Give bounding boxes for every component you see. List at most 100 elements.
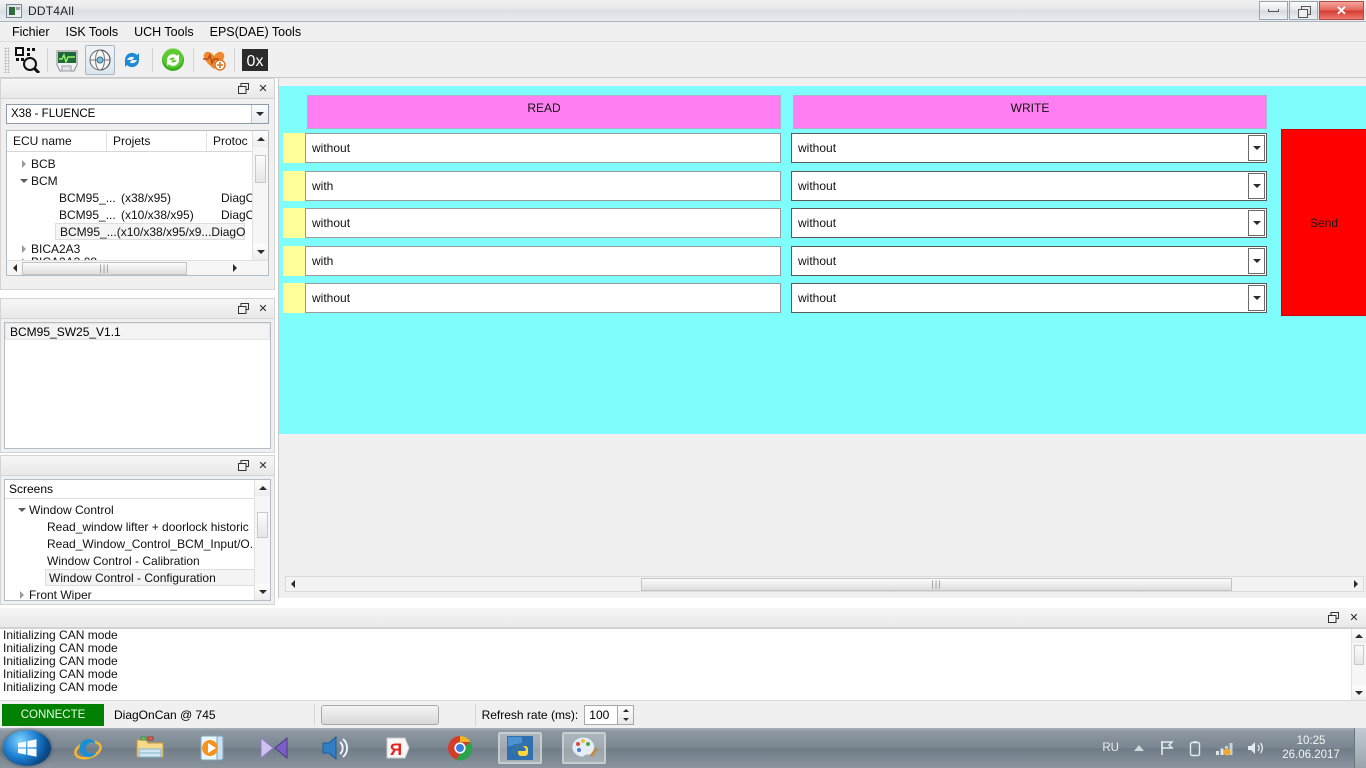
ecu-tree-row-selected[interactable]: BCM95_... (x10/x38/x95/x9... DiagO: [55, 223, 245, 240]
toolbar-grip[interactable]: [4, 46, 10, 73]
chevron-down-icon[interactable]: [251, 105, 268, 123]
vscroll-thumb[interactable]: [1354, 645, 1364, 665]
chevron-right-icon[interactable]: [17, 159, 31, 168]
version-panel-float-icon[interactable]: [236, 302, 250, 316]
scroll-up-icon[interactable]: [253, 131, 268, 147]
chevron-right-icon[interactable]: [17, 244, 31, 253]
log-panel-close-icon[interactable]: ✕: [1347, 611, 1361, 625]
scroll-up-icon[interactable]: [255, 480, 270, 496]
read-field-5[interactable]: without: [305, 283, 781, 313]
action-center-flag-icon[interactable]: [1159, 740, 1175, 756]
ecu-tree-row[interactable]: BCM95_... (x38/x95) DiagO: [7, 189, 268, 206]
ecu-tree-hscrollbar[interactable]: |||: [7, 260, 268, 275]
ecu-tree-row[interactable]: BICA2A3: [7, 240, 268, 257]
paint-app-icon[interactable]: [562, 732, 606, 764]
ecu-monitor-save-icon[interactable]: [53, 45, 83, 75]
menu-item-uch-tools[interactable]: UCH Tools: [126, 23, 202, 41]
vscroll-thumb[interactable]: [257, 512, 268, 538]
hex-0x-icon[interactable]: 0x: [240, 45, 270, 75]
write-select-5[interactable]: without: [791, 283, 1267, 313]
python-app-icon[interactable]: [498, 732, 542, 764]
read-field-2[interactable]: with: [305, 171, 781, 201]
main-hscrollbar[interactable]: |||: [285, 576, 1364, 592]
scroll-right-icon[interactable]: [1348, 577, 1363, 592]
refresh-blue-icon[interactable]: [117, 45, 147, 75]
scan-qr-icon[interactable]: [12, 45, 42, 75]
chevron-down-icon[interactable]: [1248, 285, 1265, 311]
restore-button[interactable]: [1289, 1, 1318, 20]
media-player-icon[interactable]: [190, 732, 234, 764]
ecu-panel-close-icon[interactable]: ✕: [256, 82, 270, 96]
show-hidden-icons[interactable]: [1133, 743, 1145, 753]
hscroll-thumb[interactable]: |||: [22, 261, 187, 275]
scroll-left-icon[interactable]: [7, 261, 22, 276]
screens-tree-row[interactable]: Read_Window_Control_BCM_Input/O...: [5, 535, 270, 552]
screens-tree-row[interactable]: Window Control: [5, 501, 270, 518]
heart-diagnostic-icon[interactable]: [199, 45, 229, 75]
write-select-4[interactable]: without: [791, 246, 1267, 276]
network-signal-icon[interactable]: [1215, 741, 1233, 756]
chevron-down-icon[interactable]: [1248, 173, 1265, 199]
read-field-3[interactable]: without: [305, 208, 781, 238]
refresh-rate-stepper[interactable]: [618, 704, 635, 725]
list-item[interactable]: BCM95_SW25_V1.1: [5, 323, 270, 340]
screens-panel-float-icon[interactable]: [236, 459, 250, 473]
scroll-right-icon[interactable]: [227, 261, 242, 276]
menu-item-eps-dae-tools[interactable]: EPS(DAE) Tools: [202, 23, 309, 41]
file-explorer-icon[interactable]: [128, 732, 172, 764]
volume-app-icon[interactable]: [314, 732, 358, 764]
show-desktop-button[interactable]: [1354, 728, 1366, 768]
scroll-down-icon[interactable]: [1352, 686, 1366, 700]
chevron-down-icon[interactable]: [17, 178, 31, 183]
read-field-4[interactable]: with: [305, 246, 781, 276]
scroll-up-icon[interactable]: [1352, 629, 1366, 643]
chevron-down-icon[interactable]: [1248, 248, 1265, 274]
chevron-right-icon[interactable]: [15, 590, 29, 599]
menu-item-isk-tools[interactable]: ISK Tools: [58, 23, 127, 41]
google-chrome-icon[interactable]: [438, 732, 482, 764]
screens-tree-row-selected[interactable]: Window Control - Configuration: [45, 569, 257, 586]
vehicle-select[interactable]: X38 - FLUENCE: [6, 104, 269, 124]
ecu-tree-vscrollbar[interactable]: [252, 131, 268, 260]
log-panel-float-icon[interactable]: [1326, 611, 1340, 625]
screens-tree[interactable]: Screens Window Control Read_window lifte…: [4, 479, 271, 601]
language-indicator[interactable]: RU: [1102, 742, 1119, 754]
ecu-tree-row[interactable]: BCB: [7, 155, 268, 172]
version-panel-close-icon[interactable]: ✕: [256, 302, 270, 316]
minimize-button[interactable]: [1259, 1, 1288, 20]
screens-tree-row[interactable]: Window Control - Calibration: [5, 552, 270, 569]
movie-maker-icon[interactable]: [252, 732, 296, 764]
refresh-rate-input[interactable]: 100: [584, 704, 619, 725]
write-select-3[interactable]: without: [791, 208, 1267, 238]
taskbar-clock[interactable]: 10:25 26.06.2017: [1272, 734, 1350, 762]
send-button[interactable]: Send: [1281, 129, 1366, 316]
scroll-down-icon[interactable]: [253, 244, 268, 260]
ecu-panel-float-icon[interactable]: [236, 82, 250, 96]
chevron-down-icon[interactable]: [15, 507, 29, 512]
ecu-tree-row[interactable]: BCM: [7, 172, 268, 189]
screens-tree-row[interactable]: Front Wiper: [5, 586, 270, 600]
log-output[interactable]: Initializing CAN mode Initializing CAN m…: [0, 628, 1366, 700]
screens-tree-vscrollbar[interactable]: [254, 480, 270, 600]
log-vscrollbar[interactable]: [1351, 629, 1366, 700]
yandex-browser-icon[interactable]: Я: [376, 732, 420, 764]
volume-icon[interactable]: [1247, 740, 1265, 756]
internet-explorer-icon[interactable]: [66, 732, 110, 764]
battery-icon[interactable]: [1189, 740, 1201, 757]
chevron-down-icon[interactable]: [1248, 135, 1265, 161]
windows-start-icon[interactable]: [3, 730, 51, 766]
screens-tree-row[interactable]: Read_window lifter + doorlock historic: [5, 518, 270, 535]
close-button[interactable]: ✕: [1319, 1, 1364, 20]
write-select-1[interactable]: without: [791, 133, 1267, 163]
write-select-2[interactable]: without: [791, 171, 1267, 201]
refresh-green-icon[interactable]: [158, 45, 188, 75]
scroll-down-icon[interactable]: [255, 584, 270, 600]
ecu-globe-icon[interactable]: [85, 44, 115, 75]
ecu-tree-row[interactable]: BCM95_... (x10/x38/x95) DiagO: [7, 206, 268, 223]
version-list[interactable]: BCM95_SW25_V1.1: [4, 322, 271, 449]
scroll-left-icon[interactable]: [286, 577, 301, 592]
chevron-down-icon[interactable]: [1248, 210, 1265, 236]
ecu-tree[interactable]: ECU name Projets Protoc BCB BCM BCM95_..…: [6, 130, 269, 276]
screens-panel-close-icon[interactable]: ✕: [256, 459, 270, 473]
hscroll-thumb[interactable]: |||: [640, 577, 1233, 591]
